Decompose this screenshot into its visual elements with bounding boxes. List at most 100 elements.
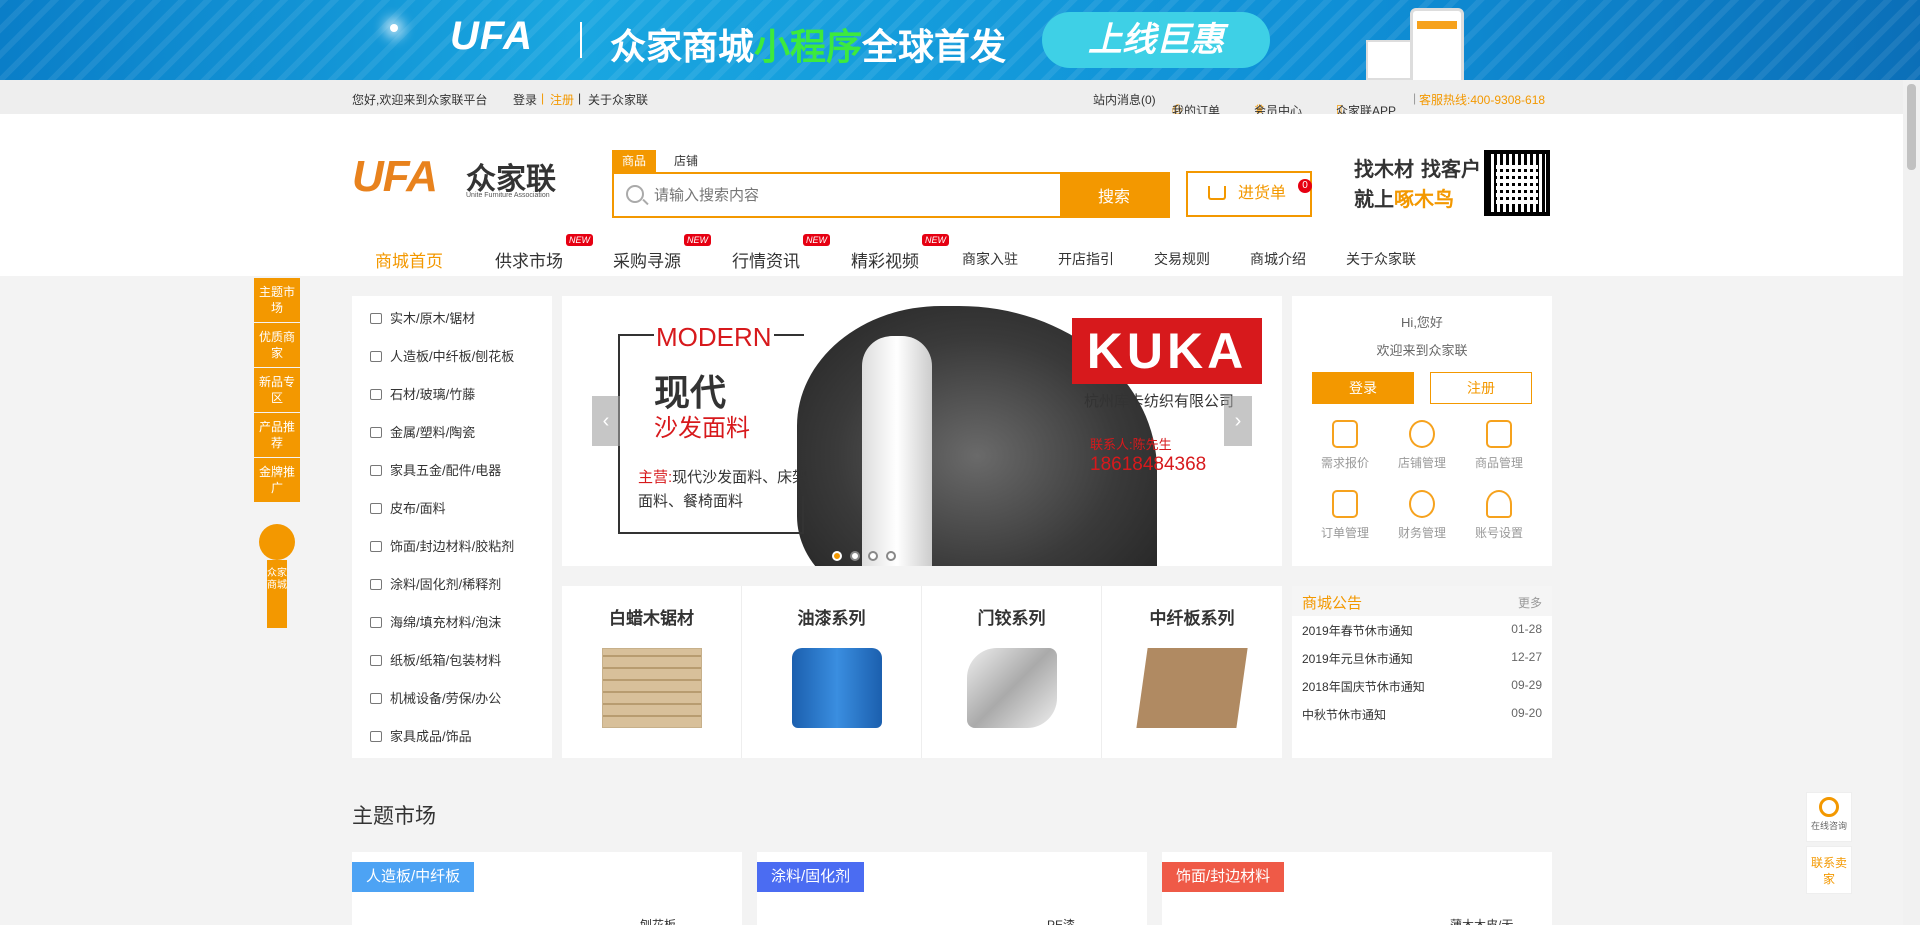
- product-card[interactable]: 油漆系列: [742, 586, 922, 758]
- shop-manage-link[interactable]: 店铺管理: [1387, 420, 1457, 471]
- nav-about[interactable]: 关于众家联: [1346, 249, 1416, 269]
- tab-shop[interactable]: 店铺: [664, 150, 708, 172]
- market-sub[interactable]: 薄木木皮/无: [1450, 916, 1513, 925]
- quote-request-link[interactable]: 需求报价: [1310, 420, 1380, 471]
- clipboard-icon: [1332, 490, 1358, 518]
- side-item-new-products[interactable]: 新品专区: [254, 368, 300, 412]
- top-login-link[interactable]: 登录: [513, 91, 537, 108]
- category-item[interactable]: 家具成品/饰品: [370, 726, 472, 745]
- cart-icon: [1208, 186, 1226, 200]
- order-manage-link[interactable]: 订单管理: [1310, 490, 1380, 541]
- top-about-link[interactable]: 关于众家联: [588, 91, 648, 108]
- icon-label: 账号设置: [1474, 526, 1523, 540]
- quote-icon: [1332, 420, 1358, 448]
- announcements-more-link[interactable]: 更多: [1518, 594, 1542, 611]
- hotline-text: 客服热线:400-9308-618: [1419, 93, 1546, 107]
- hero-carousel[interactable]: MODERN 现代 沙发面料 主营:现代沙发面料、床架面料、餐椅面料 KUKA …: [562, 296, 1282, 566]
- nav-mall-intro[interactable]: 商城介绍: [1250, 249, 1306, 269]
- nav-market-info[interactable]: 行情资讯 NEW: [732, 234, 830, 272]
- category-item[interactable]: 纸板/纸箱/包装材料: [370, 650, 501, 669]
- carousel-company: 杭州库卡纺织有限公司: [1084, 393, 1235, 410]
- carousel-dot[interactable]: [868, 551, 878, 561]
- nav-sourcing[interactable]: 采购寻源 NEW: [613, 234, 711, 272]
- search-input[interactable]: [654, 174, 1054, 216]
- product-card[interactable]: 白蜡木锯材: [562, 586, 742, 758]
- new-badge: NEW: [566, 234, 593, 246]
- search-box: 搜索: [612, 172, 1170, 218]
- side-item-promotion[interactable]: 金牌推广: [254, 458, 300, 502]
- announcement-item[interactable]: 2018年国庆节休市通知 09-29: [1302, 678, 1542, 695]
- category-item[interactable]: 金属/塑料/陶瓷: [370, 422, 475, 441]
- market-label[interactable]: 涂料/固化剂: [757, 862, 865, 892]
- market-card[interactable]: 人造板/中纤板 刨花板: [352, 852, 742, 925]
- site-logo[interactable]: UFA 众家联 Unite Furniture Association: [352, 152, 556, 202]
- contact-seller-button[interactable]: 联系卖家: [1806, 846, 1852, 894]
- product-title: 门铰系列: [977, 609, 1046, 629]
- side-item-quality-merchants[interactable]: 优质商家: [254, 323, 300, 367]
- scrollbar[interactable]: [1903, 80, 1920, 925]
- messages-link[interactable]: 站内消息(0): [1093, 91, 1156, 108]
- category-item[interactable]: 皮布/面料: [370, 498, 446, 517]
- nav-label: 行情资讯: [732, 252, 800, 271]
- banner-logo: UFA: [450, 14, 533, 58]
- register-button[interactable]: 注册: [1430, 372, 1532, 404]
- cart-badge: 0: [1298, 179, 1312, 193]
- bag-icon: [1486, 420, 1512, 448]
- carousel-dot[interactable]: [886, 551, 896, 561]
- announcement-item[interactable]: 2019年元旦休市通知 12-27: [1302, 650, 1542, 667]
- category-item[interactable]: 饰面/封边材料/胶粘剂: [370, 536, 514, 555]
- category-item[interactable]: 机械设备/劳保/办公: [370, 688, 501, 707]
- side-item-theme-market[interactable]: 主题市场: [254, 278, 300, 322]
- product-card[interactable]: 门铰系列: [922, 586, 1102, 758]
- nav-shop-guide[interactable]: 开店指引: [1058, 249, 1114, 269]
- carousel-prev-button[interactable]: ‹: [592, 396, 620, 446]
- tab-goods[interactable]: 商品: [612, 150, 657, 172]
- announcement-item[interactable]: 中秋节休市通知 09-20: [1302, 706, 1542, 723]
- new-badge: NEW: [684, 234, 711, 246]
- carousel-dot[interactable]: [832, 551, 842, 561]
- online-consult-button[interactable]: 在线咨询: [1806, 792, 1852, 842]
- category-item[interactable]: 人造板/中纤板/刨花板: [370, 346, 514, 365]
- product-title: 油漆系列: [797, 609, 866, 629]
- side-item-recommend[interactable]: 产品推荐: [254, 413, 300, 457]
- goods-manage-link[interactable]: 商品管理: [1464, 420, 1534, 471]
- nav-videos[interactable]: 精彩视频 NEW: [851, 234, 949, 272]
- market-label[interactable]: 人造板/中纤板: [352, 862, 475, 892]
- category-label: 纸板/纸箱/包装材料: [390, 653, 502, 668]
- market-label[interactable]: 饰面/封边材料: [1162, 862, 1285, 892]
- market-card[interactable]: 饰面/封边材料 薄木木皮/无: [1162, 852, 1552, 925]
- nav-merchant-join[interactable]: 商家入驻: [962, 249, 1018, 269]
- nav-home[interactable]: 商城首页: [375, 247, 443, 272]
- welcome-text: 您好,欢迎来到众家联平台: [352, 93, 488, 107]
- category-item[interactable]: 石材/玻璃/竹藤: [370, 384, 475, 403]
- wood-icon: [370, 313, 382, 324]
- slogan-line2b: 啄木鸟: [1394, 187, 1454, 211]
- category-item[interactable]: 涂料/固化剂/稀释剂: [370, 574, 501, 593]
- nav-label: 供求市场: [495, 252, 563, 271]
- top-register-link[interactable]: 注册: [550, 91, 574, 108]
- top-banner[interactable]: UFA 众家商城小程序全球首发 上线巨惠: [0, 0, 1920, 80]
- side-tag[interactable]: 众家商城: [259, 524, 295, 628]
- hardware-icon: [370, 465, 382, 476]
- carousel-next-button[interactable]: ›: [1224, 396, 1252, 446]
- banner-glow: [390, 24, 398, 32]
- search-button[interactable]: 搜索: [1060, 174, 1168, 216]
- finance-manage-link[interactable]: 财务管理: [1387, 490, 1457, 541]
- cart-button[interactable]: 进货单 0: [1186, 171, 1312, 217]
- product-card[interactable]: 中纤板系列: [1102, 586, 1282, 758]
- market-sub[interactable]: PE漆: [1047, 916, 1075, 925]
- nav-trade-rules[interactable]: 交易规则: [1154, 249, 1210, 269]
- nav-supply-market[interactable]: 供求市场 NEW: [495, 234, 593, 272]
- carousel-dot[interactable]: [850, 551, 860, 561]
- category-item[interactable]: 海绵/填充材料/泡沫: [370, 612, 501, 631]
- market-card[interactable]: 涂料/固化剂 PE漆: [757, 852, 1147, 925]
- scrollbar-thumb[interactable]: [1907, 84, 1916, 170]
- category-item[interactable]: 家具五金/配件/电器: [370, 460, 501, 479]
- announcement-item[interactable]: 2019年春节休市通知 01-28: [1302, 622, 1542, 639]
- category-item[interactable]: 实木/原木/锯材: [370, 308, 475, 327]
- login-button[interactable]: 登录: [1312, 372, 1414, 404]
- new-badge: NEW: [803, 234, 830, 246]
- market-sub[interactable]: 刨花板: [640, 916, 676, 925]
- announcement-date: 12-27: [1511, 650, 1542, 664]
- account-settings-link[interactable]: 账号设置: [1464, 490, 1534, 541]
